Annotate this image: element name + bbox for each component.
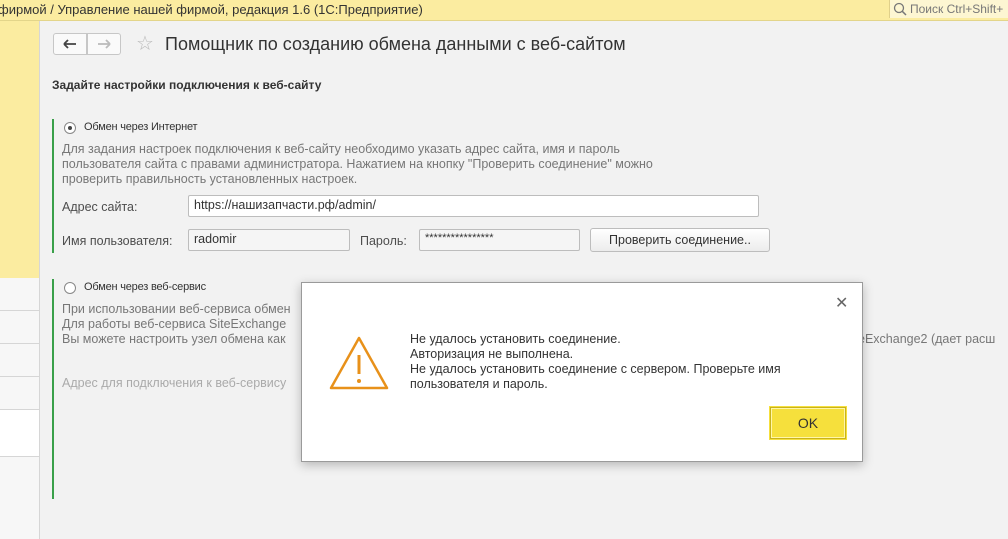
- dialog-message-line: Не удалось установить соединение с серве…: [410, 362, 781, 376]
- radio-internet[interactable]: [64, 122, 76, 134]
- left-panel-item[interactable]: [0, 344, 39, 377]
- dialog-message-line: пользователя и пароль.: [410, 377, 548, 391]
- webservice-description-line: Для работы веб-сервиса SiteExchange: [62, 317, 287, 331]
- back-button[interactable]: [53, 33, 87, 55]
- site-address-field[interactable]: https://нашизапчасти.рф/admin/: [188, 195, 759, 217]
- internet-description-line: пользователя сайта с правами администрат…: [62, 157, 653, 171]
- username-field[interactable]: radomir: [188, 229, 350, 251]
- close-icon[interactable]: ✕: [835, 296, 848, 312]
- search-placeholder: Поиск Ctrl+Shift+: [910, 2, 1004, 16]
- internet-description-line: проверить правильность установленных нас…: [62, 172, 358, 186]
- section-title: Задайте настройки подключения к веб-сайт…: [52, 78, 322, 92]
- search-icon: [893, 2, 907, 18]
- webservice-description-tail: eExchange2 (дает расш: [858, 332, 996, 346]
- webservice-description-line: Вы можете настроить узел обмена как: [62, 332, 286, 346]
- internet-description-line: Для задания настроек подключения к веб-с…: [62, 142, 620, 156]
- webservice-description-line: При использовании веб-сервиса обмен: [62, 302, 291, 316]
- left-panel-list: [0, 278, 39, 539]
- left-panel-item[interactable]: [0, 278, 39, 311]
- ok-button[interactable]: OK: [769, 406, 847, 440]
- star-icon[interactable]: ☆: [136, 31, 154, 56]
- check-connection-button[interactable]: Проверить соединение..: [590, 228, 770, 252]
- warning-icon: [328, 335, 390, 394]
- site-address-label: Адрес сайта:: [62, 200, 138, 214]
- left-panel-item[interactable]: [0, 377, 39, 410]
- radio-webservice[interactable]: [64, 282, 76, 294]
- green-marker: [52, 119, 54, 253]
- username-label: Имя пользователя:: [62, 234, 173, 248]
- arrow-left-icon: [63, 36, 77, 53]
- left-panel-item[interactable]: [0, 410, 39, 457]
- arrow-right-icon: [97, 36, 111, 53]
- password-label: Пароль:: [360, 234, 407, 248]
- dialog-message-line: Авторизация не выполнена.: [410, 347, 574, 361]
- radio-webservice-label[interactable]: Обмен через веб-сервис: [84, 281, 206, 293]
- webservice-address-label: Адрес для подключения к веб-сервису: [62, 376, 287, 390]
- left-panel: [0, 21, 40, 539]
- error-dialog: ✕ Не удалось установить соединение. Авто…: [301, 282, 863, 462]
- radio-internet-label[interactable]: Обмен через Интернет: [84, 121, 198, 133]
- search-input[interactable]: Поиск Ctrl+Shift+: [889, 0, 1008, 18]
- dialog-message-line: Не удалось установить соединение.: [410, 332, 621, 346]
- green-marker: [52, 279, 54, 499]
- left-panel-item[interactable]: [0, 311, 39, 344]
- window-title: фирмой / Управление нашей фирмой, редакц…: [0, 2, 423, 17]
- password-field[interactable]: ****************: [419, 229, 580, 251]
- page-title: Помощник по созданию обмена данными с ве…: [165, 34, 626, 54]
- dialog-message: Не удалось установить соединение. Автори…: [410, 332, 781, 392]
- forward-button[interactable]: [87, 33, 121, 55]
- title-bar: фирмой / Управление нашей фирмой, редакц…: [0, 0, 1008, 21]
